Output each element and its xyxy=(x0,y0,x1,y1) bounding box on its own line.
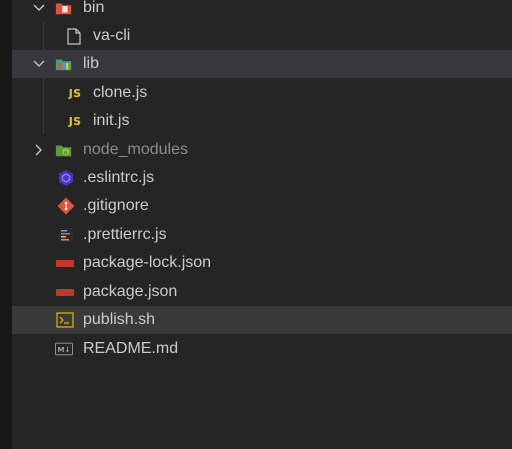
tree-item-label: va-cli xyxy=(93,27,131,44)
tree-item-label: .eslintrc.js xyxy=(83,169,155,186)
eslint-icon xyxy=(57,169,75,187)
chevron-down-icon[interactable] xyxy=(31,56,47,72)
bin-folder-icon xyxy=(55,0,73,17)
tree-folder-bin[interactable]: bin xyxy=(12,0,512,22)
js-file-icon: JS xyxy=(68,114,82,128)
file-explorer: bin va-cli lib JS clone.js JS init.js n xyxy=(12,0,512,449)
tree-item-label: .prettierrc.js xyxy=(83,226,167,243)
file-icon xyxy=(65,27,83,45)
tree-item-label: node_modules xyxy=(83,141,188,158)
tree-file-publish-sh[interactable]: publish.sh xyxy=(12,306,512,334)
tree-item-label: bin xyxy=(83,0,105,16)
tree-item-label: README.md xyxy=(83,340,179,357)
tree-file-init-js[interactable]: JS init.js xyxy=(12,107,512,135)
tree-file-prettierrc[interactable]: .prettierrc.js xyxy=(12,221,512,249)
tree-file-clone-js[interactable]: JS clone.js xyxy=(12,79,512,107)
activity-gutter xyxy=(0,0,12,449)
lib-folder-icon xyxy=(55,55,73,73)
tree-file-readme[interactable]: M↓ README.md xyxy=(12,335,512,363)
svg-text:M↓: M↓ xyxy=(57,345,70,354)
git-icon xyxy=(57,197,75,215)
tree-item-label: package.json xyxy=(83,283,178,300)
tree-item-label: lib xyxy=(83,55,100,72)
svg-text:n: n xyxy=(64,151,67,157)
tree-item-label: init.js xyxy=(93,112,130,129)
markdown-icon: M↓ xyxy=(55,340,73,358)
prettier-icon xyxy=(57,226,75,244)
npm-icon xyxy=(56,254,74,272)
chevron-down-icon[interactable] xyxy=(31,0,47,16)
terminal-icon xyxy=(56,311,74,329)
tree-file-eslintrc[interactable]: .eslintrc.js xyxy=(12,164,512,192)
node-modules-folder-icon: n xyxy=(55,141,73,159)
tree-item-label: publish.sh xyxy=(83,311,156,328)
npm-icon xyxy=(56,283,74,301)
chevron-right-icon[interactable] xyxy=(31,142,47,158)
tree-item-label: clone.js xyxy=(93,84,148,101)
tree-file-package-json[interactable]: package.json xyxy=(12,278,512,306)
tree-item-label: .gitignore xyxy=(83,197,149,214)
tree-file-package-lock[interactable]: package-lock.json xyxy=(12,249,512,277)
tree-item-label: package-lock.json xyxy=(83,254,212,271)
tree-folder-lib[interactable]: lib xyxy=(12,50,512,78)
js-file-icon: JS xyxy=(68,86,82,100)
tree-folder-node-modules[interactable]: n node_modules xyxy=(12,136,512,164)
tree-file-gitignore[interactable]: .gitignore xyxy=(12,192,512,220)
tree-file-va-cli[interactable]: va-cli xyxy=(12,22,512,50)
